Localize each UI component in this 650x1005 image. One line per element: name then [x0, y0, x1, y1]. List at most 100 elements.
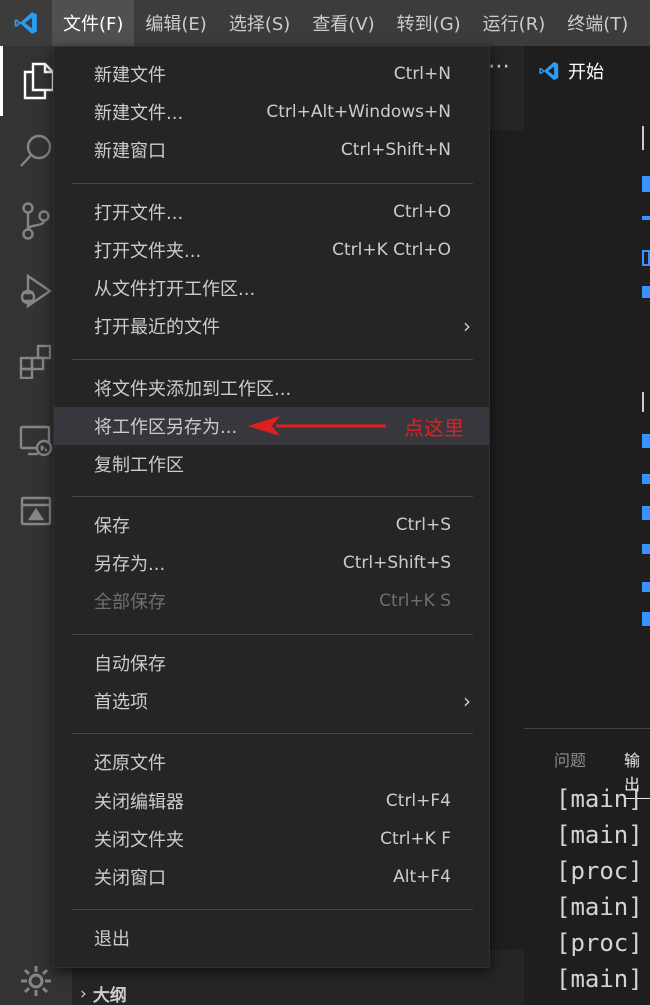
file-menu-dropdown: 新建文件 Ctrl+N 新建文件... Ctrl+Alt+Windows+N 新… — [53, 46, 490, 968]
menu-item-label: 关闭编辑器 — [94, 792, 184, 813]
output-line: [proc] — [556, 857, 643, 885]
panel-tabs: 问题 输出 — [524, 729, 650, 799]
editor-tab-bar: 开始 — [524, 46, 650, 96]
menu-item-shortcut: Ctrl+Alt+Windows+N — [266, 102, 451, 122]
menu-item-label: 打开最近的文件 — [94, 317, 220, 338]
menu-item-revert-file[interactable]: 还原文件 — [54, 743, 489, 781]
menu-separator — [72, 496, 473, 497]
menu-item-open-recent[interactable]: 打开最近的文件 › — [54, 307, 489, 345]
menu-item-label: 新建文件... — [94, 103, 184, 124]
menu-item-label: 打开文件... — [94, 203, 184, 224]
menu-item-label: 复制工作区 — [94, 455, 184, 476]
menu-item-shortcut: Ctrl+K F — [380, 829, 451, 849]
menu-item-new-file-dialog[interactable]: 新建文件... Ctrl+Alt+Windows+N — [54, 93, 489, 131]
menu-item-shortcut: Ctrl+K Ctrl+O — [332, 240, 451, 260]
menu-item-save-as[interactable]: 另存为... Ctrl+Shift+S — [54, 544, 489, 582]
output-line: [main] — [556, 893, 643, 921]
menu-bar: 文件(F) 编辑(E) 选择(S) 查看(V) 转到(G) 运行(R) 终端(T… — [52, 0, 639, 46]
welcome-link-fragment — [642, 250, 650, 266]
menu-item-shortcut: Ctrl+Shift+S — [342, 553, 451, 573]
welcome-heading-fragment — [642, 392, 650, 412]
recent-link-fragment — [642, 582, 650, 592]
menu-item-label: 还原文件 — [94, 753, 166, 774]
output-lines: [main] [main] [proc] [main] [proc] [main… — [556, 781, 643, 997]
menu-item-preferences[interactable]: 首选项 › — [54, 682, 489, 720]
menu-item-shortcut: Ctrl+O — [393, 202, 451, 222]
menu-terminal[interactable]: 终端(T) — [556, 0, 639, 46]
menu-separator — [72, 733, 473, 734]
menu-separator — [72, 909, 473, 910]
menu-run[interactable]: 运行(R) — [472, 0, 557, 46]
chevron-right-icon: › — [80, 983, 87, 1004]
menu-item-new-file[interactable]: 新建文件 Ctrl+N — [54, 55, 489, 93]
menu-item-shortcut: Ctrl+S — [395, 515, 451, 535]
menu-item-label: 自动保存 — [94, 654, 166, 675]
annotation-label: 点这里 — [404, 416, 464, 440]
tab-welcome[interactable]: 开始 — [524, 46, 650, 96]
menu-item-label: 全部保存 — [94, 592, 166, 613]
more-actions-icon[interactable]: ⋯ — [488, 54, 510, 79]
menu-item-open-file[interactable]: 打开文件... Ctrl+O — [54, 193, 489, 231]
menu-item-exit[interactable]: 退出 — [54, 919, 489, 957]
menu-item-shortcut: Ctrl+K S — [379, 591, 451, 611]
welcome-link-fragment — [642, 176, 650, 192]
menu-file[interactable]: 文件(F) — [52, 0, 135, 46]
recent-link-fragment — [642, 506, 650, 520]
menu-item-close-folder[interactable]: 关闭文件夹 Ctrl+K F — [54, 820, 489, 858]
recent-link-fragment — [642, 474, 650, 484]
menu-selection[interactable]: 选择(S) — [218, 0, 301, 46]
menu-item-label: 首选项 — [94, 692, 148, 713]
menu-item-add-folder-to-workspace[interactable]: 将文件夹添加到工作区... — [54, 369, 489, 407]
title-bar: 文件(F) 编辑(E) 选择(S) 查看(V) 转到(G) 运行(R) 终端(T… — [0, 0, 650, 46]
recent-link-fragment — [642, 434, 650, 448]
menu-item-open-folder[interactable]: 打开文件夹... Ctrl+K Ctrl+O — [54, 231, 489, 269]
bottom-panel: 问题 输出 [main] [main] [proc] [main] [proc]… — [524, 728, 650, 1005]
menu-item-open-workspace-from-file[interactable]: 从文件打开工作区... — [54, 269, 489, 307]
output-line: [proc] — [556, 929, 643, 957]
menu-item-label: 将工作区另存为... — [94, 417, 238, 438]
tab-problems[interactable]: 问题 — [554, 747, 586, 771]
output-line: [main] — [556, 785, 643, 813]
welcome-heading-fragment — [642, 126, 650, 150]
menu-item-auto-save[interactable]: 自动保存 — [54, 644, 489, 682]
menu-item-label: 退出 — [94, 929, 130, 950]
menu-separator — [72, 183, 473, 184]
menu-item-label: 打开文件夹... — [94, 241, 202, 262]
welcome-link-fragment — [642, 286, 650, 298]
menu-item-label: 关闭窗口 — [94, 868, 166, 889]
menu-item-close-window[interactable]: 关闭窗口 Alt+F4 — [54, 858, 489, 896]
menu-item-duplicate-workspace[interactable]: 复制工作区 — [54, 445, 489, 483]
recent-link-fragment — [642, 544, 650, 554]
menu-go[interactable]: 转到(G) — [386, 0, 472, 46]
menu-item-label: 从文件打开工作区... — [94, 279, 256, 300]
output-line: [main] — [556, 965, 643, 993]
menu-separator — [72, 359, 473, 360]
menu-item-shortcut: Ctrl+F4 — [385, 791, 451, 811]
menu-item-label: 关闭文件夹 — [94, 830, 184, 851]
menu-item-save-all: 全部保存 Ctrl+K S — [54, 582, 489, 620]
menu-item-label: 保存 — [94, 516, 130, 537]
recent-link-fragment — [642, 612, 650, 626]
outline-section-header[interactable]: › 大纲 — [72, 982, 524, 1005]
menu-item-new-window[interactable]: 新建窗口 Ctrl+Shift+N — [54, 131, 489, 169]
menu-item-label: 将文件夹添加到工作区... — [94, 379, 292, 400]
menu-item-shortcut: Ctrl+Shift+N — [340, 140, 451, 160]
annotation-arrow-icon — [248, 416, 386, 436]
menu-item-label: 另存为... — [94, 554, 166, 575]
menu-item-close-editor[interactable]: 关闭编辑器 Ctrl+F4 — [54, 782, 489, 820]
menu-edit[interactable]: 编辑(E) — [134, 0, 217, 46]
menu-item-label: 新建窗口 — [94, 141, 166, 162]
chevron-right-icon: › — [463, 314, 471, 338]
menu-item-label: 新建文件 — [94, 65, 166, 86]
menu-separator — [72, 634, 473, 635]
menu-item-save[interactable]: 保存 Ctrl+S — [54, 506, 489, 544]
settings-gear-icon[interactable] — [0, 964, 72, 1005]
menu-view[interactable]: 查看(V) — [301, 0, 385, 46]
outline-label: 大纲 — [92, 986, 127, 1005]
vscode-tab-icon — [538, 60, 560, 82]
menu-item-shortcut: Alt+F4 — [393, 867, 451, 887]
menu-item-shortcut: Ctrl+N — [393, 64, 451, 84]
output-line: [main] — [556, 821, 643, 849]
tab-label: 开始 — [568, 62, 604, 83]
welcome-link-fragment — [642, 216, 650, 220]
